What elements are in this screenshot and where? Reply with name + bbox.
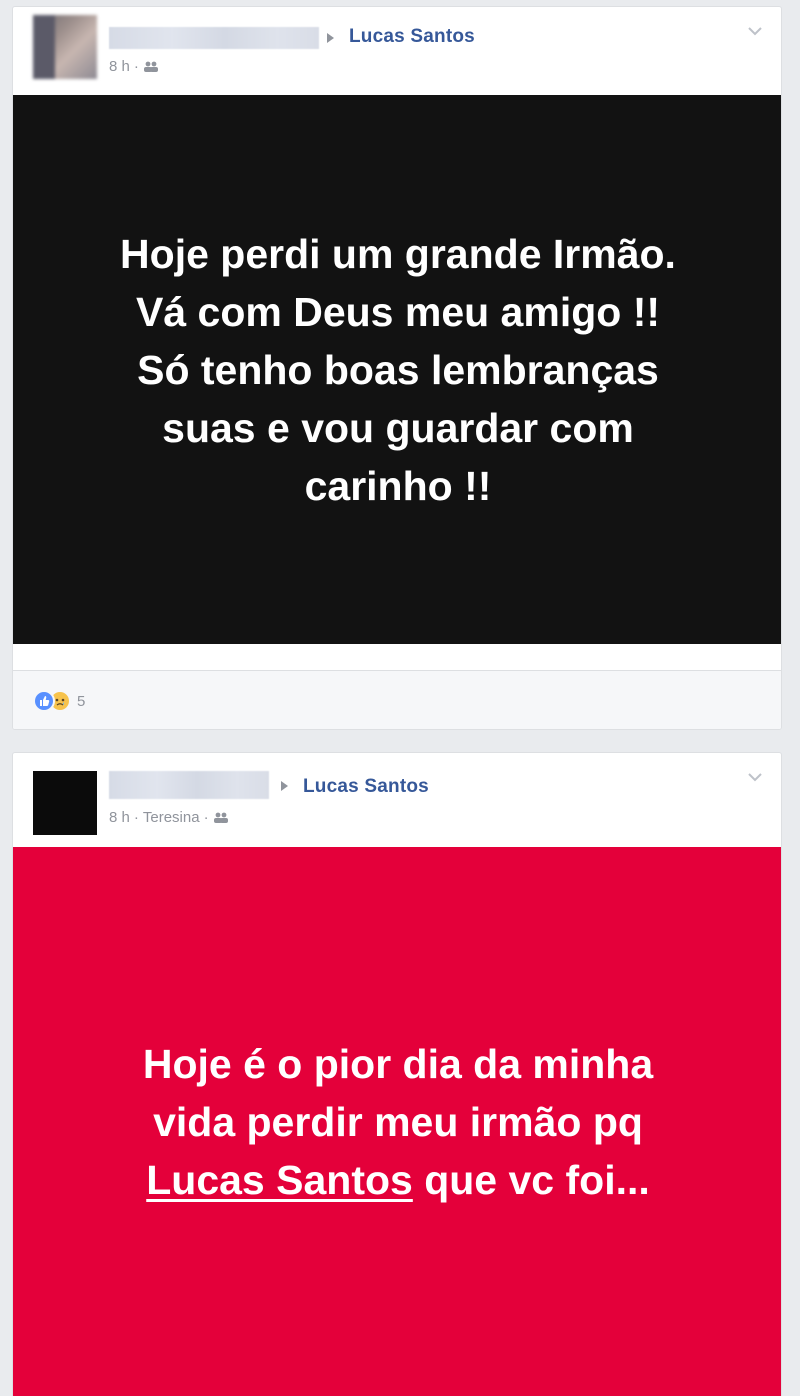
target-profile-link[interactable]: Lucas Santos: [303, 776, 429, 798]
post-header: Lucas Santos 8 h · Teresina ·: [13, 753, 781, 841]
chevron-down-icon[interactable]: [747, 771, 763, 783]
author-name-redacted[interactable]: [109, 27, 319, 49]
post-text-end: que vc foi...: [412, 1157, 650, 1203]
post-text-start: Hoje é o pior dia da minha vida perdir m…: [142, 1041, 654, 1145]
text-background-post: Hoje é o pior dia da minha vida perdir m…: [13, 847, 781, 1396]
post-text: Hoje perdi um grande Irmão. Vá com Deus …: [120, 230, 676, 509]
post-meta: 8 h ·: [109, 58, 159, 75]
avatar[interactable]: [33, 771, 97, 835]
avatar[interactable]: [33, 15, 97, 79]
friends-icon[interactable]: [143, 61, 159, 73]
timestamp[interactable]: 8 h: [109, 809, 130, 826]
like-icon: [33, 690, 55, 712]
post-spacer: [13, 644, 781, 670]
post-card: Lucas Santos 8 h · Hoje perdi um grande …: [12, 6, 782, 730]
mention-link[interactable]: Lucas Santos: [146, 1157, 413, 1203]
separator-dot: ·: [133, 809, 139, 826]
timestamp[interactable]: 8 h: [109, 58, 130, 75]
chevron-down-icon[interactable]: [747, 25, 763, 37]
text-background-post: Hoje perdi um grande Irmão. Vá com Deus …: [13, 95, 781, 644]
post-meta: 8 h · Teresina ·: [109, 809, 229, 826]
post-text: Hoje é o pior dia da minha vida perdir m…: [143, 1035, 653, 1209]
friends-icon[interactable]: [213, 812, 229, 824]
location-link[interactable]: Teresina: [143, 809, 200, 826]
post-header: Lucas Santos 8 h ·: [13, 7, 781, 95]
target-profile-link[interactable]: Lucas Santos: [349, 26, 475, 48]
reaction-summary[interactable]: 5: [33, 690, 85, 712]
posted-to-arrow-icon: [327, 33, 334, 43]
author-name-redacted[interactable]: [109, 771, 269, 799]
posted-to-arrow-icon: [281, 781, 288, 791]
post-card: Lucas Santos 8 h · Teresina · Hoje é o p…: [12, 752, 782, 1396]
reactions-bar: 5: [13, 670, 781, 729]
reaction-count[interactable]: 5: [77, 693, 85, 710]
separator-dot: ·: [203, 809, 209, 826]
separator-dot: ·: [133, 58, 139, 75]
